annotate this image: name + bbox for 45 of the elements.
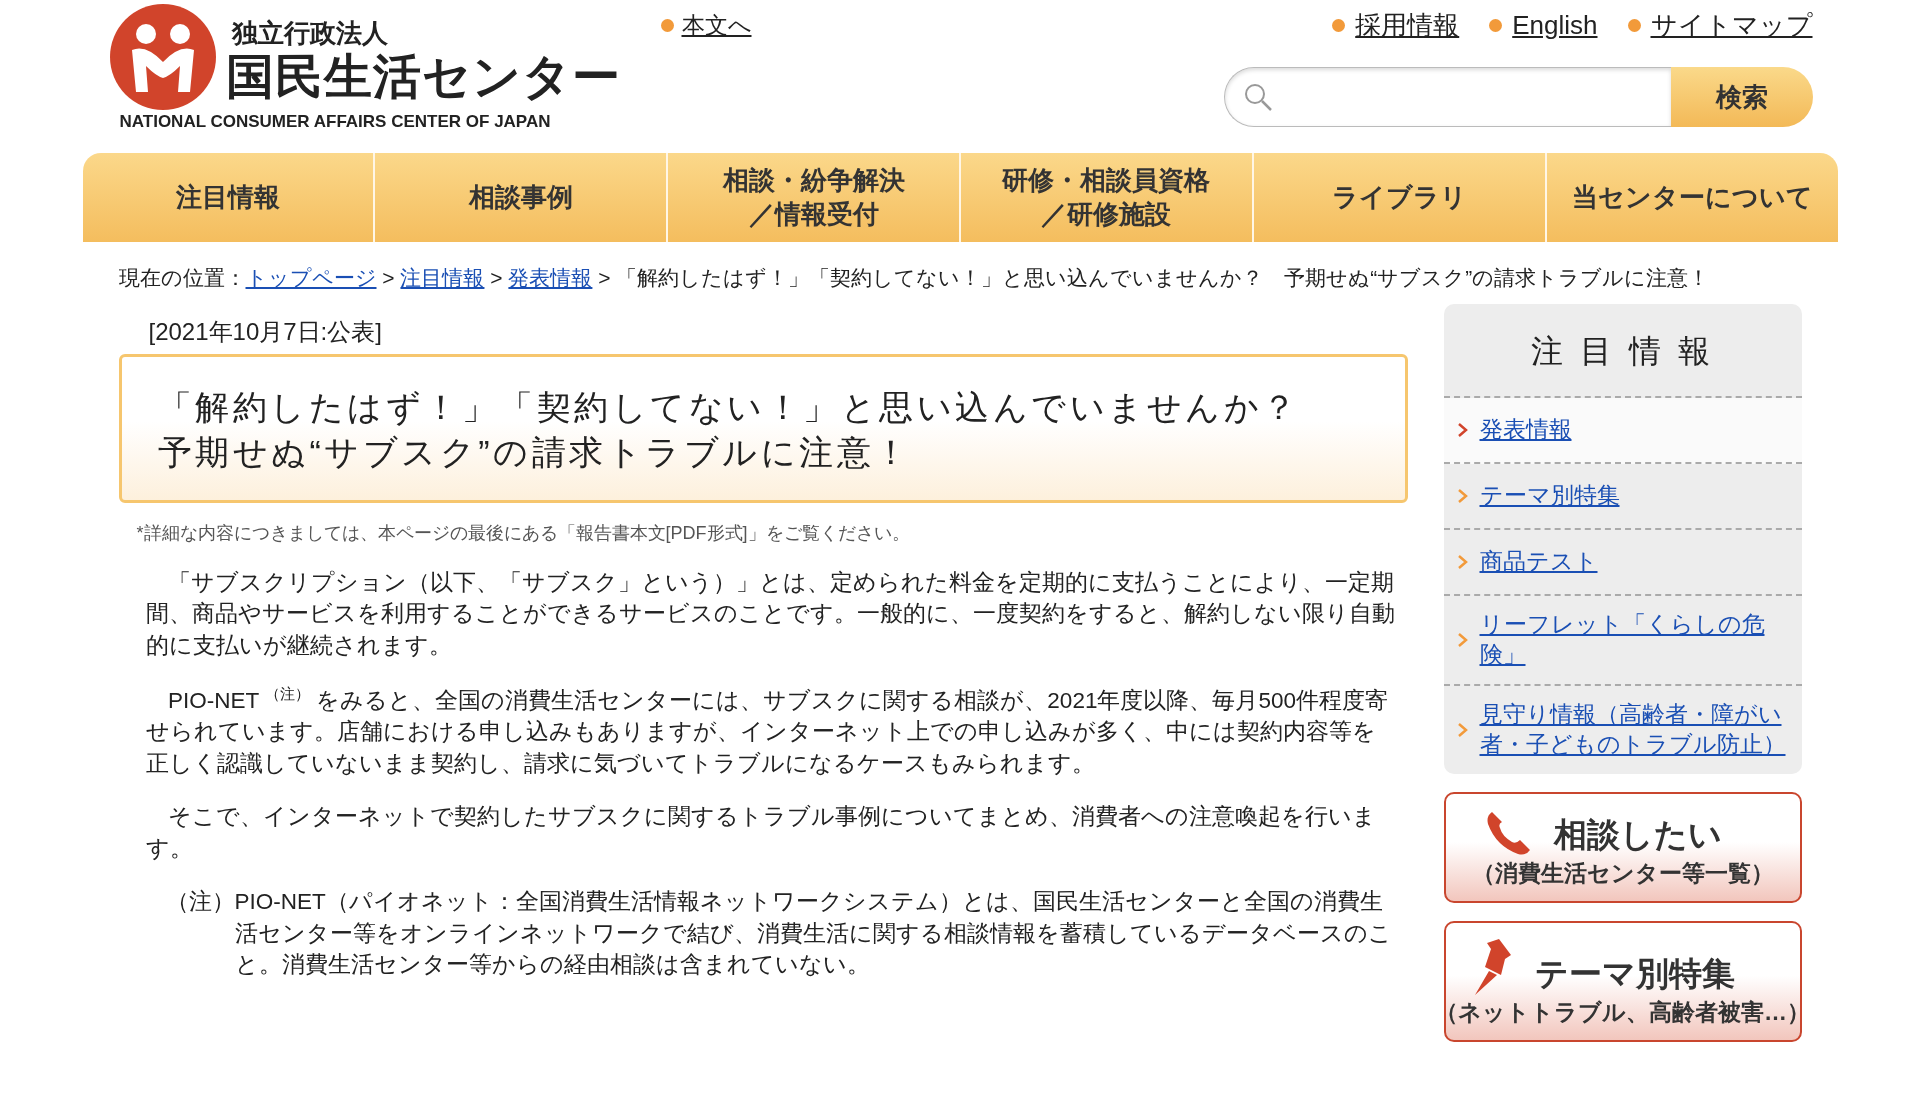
note-text: *詳細な内容につきましては、本ページの最後にある「報告書本文[PDF形式]」をご覧ください。 [136,521,911,545]
search-field[interactable] [1223,67,1671,127]
sidebar-link[interactable]: 見守り情報（高齢者・障がい者・子どものトラブル防止） [1479,700,1790,760]
chevron-icon [1457,555,1468,570]
banner-button[interactable]: テーマ別特集 （ネットトラブル、高齢者被害…） [1443,920,1802,1042]
sidebar-link[interactable]: 商品テスト [1479,547,1598,578]
breadcrumb-link[interactable]: トップページ [245,266,377,289]
breadcrumb-link[interactable]: 注目情報 [400,266,485,289]
chevron-icon [1457,423,1468,438]
body-paragraph: PIO-NET $^{（注）}$ をみると、全国の消費生活センターには、サブスクに関する相談が、2021年度以降、毎月500件程度寄せられています。店舗における申し込みもありますが、インターネット上での申し込みが多く、中には契約内容等を正しく認識していないまま契約し、請求に気づいてトラブルになるケースもみられます。 [145,684,1389,778]
sidebar-item[interactable]: リーフレット「くらしの危険」 [1443,596,1802,687]
sidebar-link[interactable]: リーフレット「くらしの危険」 [1479,610,1790,671]
breadcrumb-link[interactable]: 発表情報 [508,266,593,289]
breadcrumb-current: 「解約したはず！」「契約してない！」と思い込んでいませんか？ 予期せぬ“サブスク”の請求トラブルに注意！ [616,266,1710,289]
search-icon [1242,82,1273,112]
logo-icon [109,4,216,110]
chevron-icon [1457,489,1468,504]
breadcrumb-separator: > [490,266,503,289]
breadcrumb-separator: > [598,266,611,289]
breadcrumb-label: 現在の位置： [118,266,246,289]
organization-type: 独立行政法人 [231,17,389,50]
header-link[interactable]: 採用情報 [1332,8,1460,43]
nav-tab[interactable]: 注目情報 [82,153,374,242]
chevron-icon [1457,633,1468,648]
body-paragraph: そこで、インターネットで契約したサブスクに関するトラブル事例についてまとめ、消費者への注意喚起を行います。 [145,803,1377,863]
header-link[interactable]: サイトマップ [1627,8,1813,43]
sidebar-link[interactable]: テーマ別特集 [1479,481,1620,512]
body-paragraph: 「サブスクリプション（以下、「サブスク」という）」とは、定められた料金を定期的に支払うことにより、一定期間、商品やサービスを利用することができるサービスのことです。一般的に、一度契約をすると、解約しない限り自動的に支払いが継続されます。 [145,568,1396,660]
breadcrumb-separator: > [382,266,395,289]
organization-name: 国民生活センター [225,51,621,104]
footnote-text: PIO-NET（パイオネット：全国消費生活情報ネットワークシステム）とは、国民生活センターと全国の消費生活センター等をオンラインネットワークで結び、消費生活に関する相談情報を蓄積しているデータベースのこと。消費生活センター等からの経由相談は含まれていない。 [234,888,1393,980]
sidebar-item[interactable]: 発表情報 [1443,398,1802,465]
search-button[interactable]: 検索 [1670,67,1813,127]
banner-button[interactable]: 相談したい （消費生活センター等一覧） [1443,791,1802,903]
sidebar-item[interactable]: 商品テスト [1443,530,1802,597]
sidebar-link[interactable]: 発表情報 [1479,415,1572,446]
organization-english-name: NATIONAL CONSUMER AFFAIRS CENTER OF JAPAN [119,111,552,132]
header-link[interactable]: English [1489,8,1598,43]
skip-to-content-link[interactable]: 本文へ [660,10,752,41]
article-title: 「解約したはず！」「契約してない！」と思い込んでいませんか？ 予期せぬ“サブスク”の請求トラブルに注意！ [157,387,1301,473]
publication-date: [2021年10月7日:公表] [147,317,383,348]
chevron-icon [1457,723,1468,737]
sidebar-item[interactable]: 見守り情報（高齢者・障がい者・子どものトラブル防止） [1443,686,1802,774]
sidebar-item[interactable]: テーマ別特集 [1443,464,1802,531]
footnote-mark: （注） [165,888,235,917]
